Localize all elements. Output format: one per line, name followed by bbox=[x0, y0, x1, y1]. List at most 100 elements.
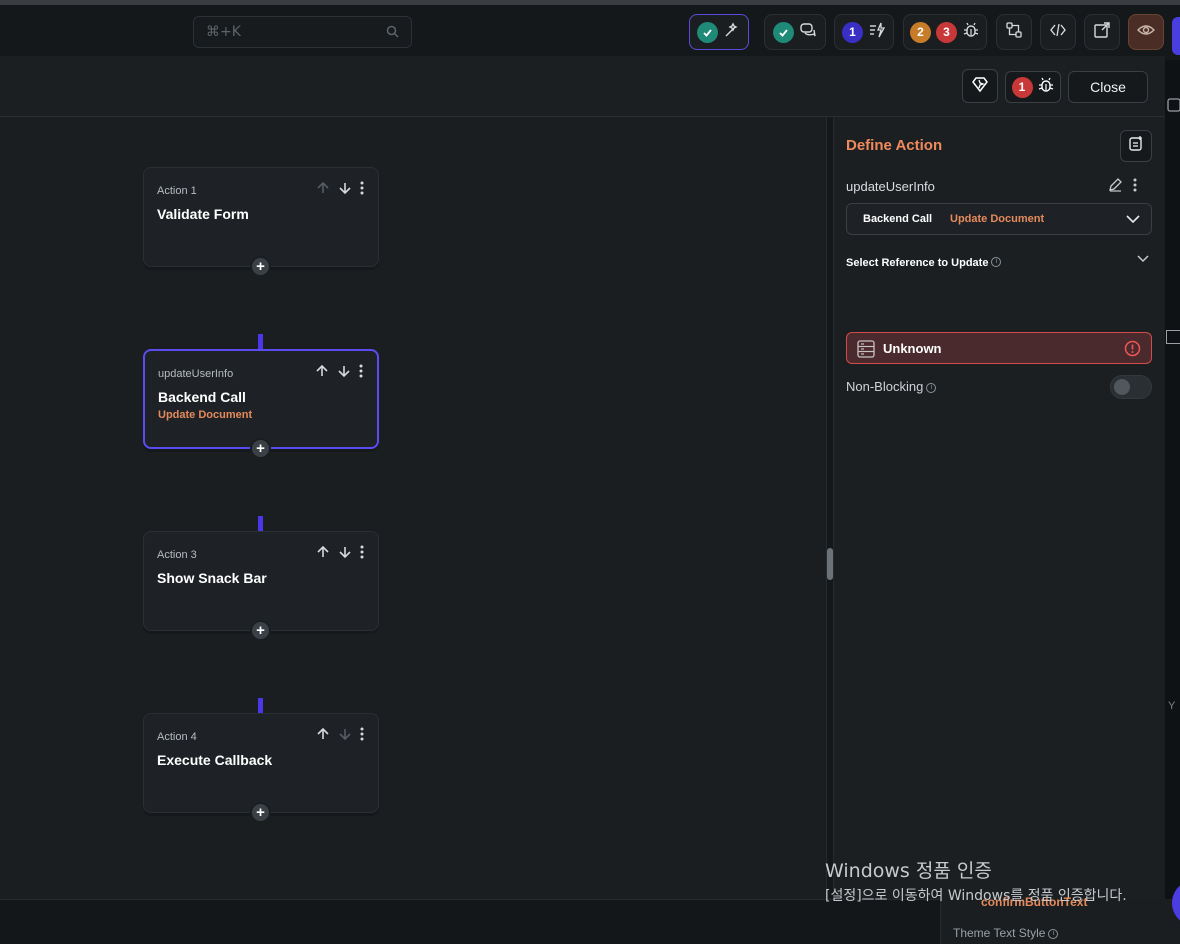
move-up-icon[interactable] bbox=[316, 727, 330, 746]
toggle-knob bbox=[1114, 379, 1130, 395]
error-count-badge: 3 bbox=[936, 21, 957, 43]
action-label: Action 3 bbox=[157, 549, 197, 561]
reference-section-header[interactable]: Select Reference to Update i bbox=[846, 253, 1152, 273]
flow-button[interactable] bbox=[996, 14, 1032, 50]
top-toolbar: ⌘+K 1 2 3 bbox=[0, 0, 1180, 60]
sparkle-icon bbox=[970, 74, 990, 99]
non-blocking-text: Non-Blocking bbox=[846, 379, 924, 394]
chat-icon bbox=[799, 21, 817, 44]
note-add-icon bbox=[1128, 135, 1144, 157]
more-options-icon[interactable] bbox=[1133, 178, 1137, 197]
move-down-icon[interactable] bbox=[338, 181, 352, 200]
properties-panel: confirmButtonText Theme Text Style i bbox=[940, 895, 1180, 944]
more-options-icon[interactable] bbox=[359, 364, 363, 383]
action-title: Validate Form bbox=[157, 206, 249, 222]
reference-selector[interactable]: Unknown bbox=[846, 332, 1152, 364]
move-down-icon[interactable] bbox=[337, 364, 351, 383]
checkbox[interactable] bbox=[1166, 330, 1180, 344]
move-up-icon[interactable] bbox=[316, 181, 330, 200]
ai-assist-button[interactable] bbox=[962, 69, 998, 103]
issues-button[interactable]: 2 3 bbox=[903, 14, 987, 50]
watermark-title: Windows 정품 인증 bbox=[825, 860, 992, 882]
action-type-secondary: Update Document bbox=[950, 213, 1045, 225]
non-blocking-toggle[interactable] bbox=[1110, 375, 1152, 399]
define-action-panel: Define Action updateUserInfo Backend Cal… bbox=[834, 117, 1165, 899]
move-up-icon[interactable] bbox=[315, 364, 329, 383]
action-card[interactable]: Action 4 Execute Callback bbox=[143, 713, 379, 813]
bug-icon bbox=[962, 21, 980, 44]
action-title: Show Snack Bar bbox=[157, 570, 267, 586]
theme-label-text: Theme Text Style bbox=[953, 926, 1046, 940]
ai-check-button[interactable] bbox=[689, 14, 749, 50]
code-icon bbox=[1049, 21, 1067, 44]
run-button-edge[interactable] bbox=[1172, 17, 1180, 55]
action-label: Action 4 bbox=[157, 731, 197, 743]
more-options-icon[interactable] bbox=[360, 181, 364, 200]
watermark-subtitle: [설정]으로 이동하여 Windows를 정품 인증합니다. bbox=[825, 888, 1127, 904]
info-icon: i bbox=[1048, 928, 1059, 939]
action-card[interactable]: Action 1 Validate Form bbox=[143, 167, 379, 267]
action-type-dropdown[interactable]: Backend Call Update Document bbox=[846, 203, 1152, 235]
reference-value: Unknown bbox=[883, 341, 942, 356]
add-widget-icon[interactable] bbox=[1166, 95, 1180, 115]
info-icon: i bbox=[991, 256, 1002, 267]
open-external-button[interactable] bbox=[1084, 14, 1120, 50]
info-icon: i bbox=[926, 382, 937, 393]
close-button[interactable]: Close bbox=[1068, 71, 1148, 103]
search-shortcut: ⌘+K bbox=[206, 24, 241, 40]
action-label: Action 1 bbox=[157, 185, 197, 197]
error-icon bbox=[1124, 340, 1141, 362]
bug-icon bbox=[1037, 76, 1055, 99]
eye-icon bbox=[1137, 21, 1155, 44]
error-count-badge: 1 bbox=[1011, 76, 1033, 98]
errors-button[interactable]: 1 bbox=[1005, 71, 1061, 103]
comments-button[interactable] bbox=[764, 14, 826, 50]
chevron-down-icon bbox=[1136, 252, 1150, 270]
action-label: updateUserInfo bbox=[158, 368, 234, 380]
theme-label: Theme Text Style i bbox=[953, 926, 1059, 940]
preview-button[interactable] bbox=[1128, 14, 1164, 50]
action-card-selected[interactable]: updateUserInfo Backend Call Update Docum… bbox=[143, 349, 379, 449]
editor-header: 1 Close bbox=[0, 56, 1165, 117]
add-note-button[interactable] bbox=[1120, 130, 1152, 162]
action-card[interactable]: Action 3 Show Snack Bar bbox=[143, 531, 379, 631]
axis-label: Y bbox=[1168, 700, 1176, 712]
check-icon bbox=[773, 21, 794, 43]
reference-label: Select Reference to Update bbox=[846, 257, 989, 269]
edit-icon[interactable] bbox=[1108, 177, 1123, 197]
check-icon bbox=[697, 21, 718, 43]
panel-title: Define Action bbox=[846, 137, 943, 154]
search-icon bbox=[386, 25, 399, 43]
warning-count-badge: 2 bbox=[910, 21, 931, 43]
magic-wand-icon bbox=[723, 21, 741, 44]
database-icon bbox=[856, 339, 876, 364]
resize-handle[interactable] bbox=[827, 548, 833, 580]
lightning-list-icon bbox=[868, 21, 886, 44]
action-title: Backend Call bbox=[158, 389, 246, 405]
action-title: Execute Callback bbox=[157, 752, 273, 768]
add-action-button[interactable]: + bbox=[250, 256, 271, 277]
add-action-button[interactable]: + bbox=[250, 438, 271, 459]
move-up-icon[interactable] bbox=[316, 545, 330, 564]
add-action-button[interactable]: + bbox=[250, 802, 271, 823]
chevron-down-icon bbox=[1125, 212, 1141, 231]
code-button[interactable] bbox=[1040, 14, 1076, 50]
add-action-button[interactable]: + bbox=[250, 620, 271, 641]
move-down-icon[interactable] bbox=[338, 545, 352, 564]
non-blocking-label: Non-Blocking i bbox=[846, 379, 937, 394]
action-flow-editor: 1 Close Action 1 Validate Form + updateU… bbox=[0, 56, 1165, 899]
count-badge: 1 bbox=[842, 21, 863, 43]
action-canvas: Action 1 Validate Form + updateUserInfo … bbox=[0, 117, 826, 899]
actions-status-button[interactable]: 1 bbox=[834, 14, 894, 50]
flow-chart-icon bbox=[1005, 21, 1023, 44]
action-type-primary: Backend Call bbox=[863, 213, 933, 225]
move-down-icon[interactable] bbox=[338, 727, 352, 746]
action-subtitle: Update Document bbox=[158, 409, 253, 421]
more-options-icon[interactable] bbox=[360, 545, 364, 564]
more-options-icon[interactable] bbox=[360, 727, 364, 746]
external-link-icon bbox=[1093, 21, 1111, 44]
windows-activation-watermark: Windows 정품 인증 [설정]으로 이동하여 Windows를 정품 인증… bbox=[825, 856, 1127, 905]
panel-divider[interactable] bbox=[826, 117, 834, 899]
action-name: updateUserInfo bbox=[846, 179, 935, 194]
command-search[interactable]: ⌘+K bbox=[193, 16, 412, 48]
